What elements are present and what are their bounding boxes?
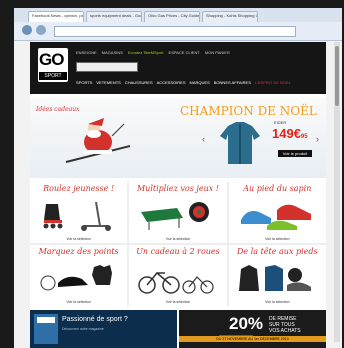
menu-marques[interactable]: MARQUES	[190, 80, 210, 85]
tile-multipliez-jeux[interactable]: Multipliez vos jeux ! Voir la sélection	[129, 182, 227, 243]
magazine-question: Passionné de sport ?	[62, 316, 128, 323]
browser-toolbar	[14, 22, 342, 41]
menu-accessoires[interactable]: ACCESSOIRES	[157, 80, 186, 85]
link-telemsport[interactable]: Ecoutez TeleMSport	[128, 50, 164, 55]
tile-link[interactable]: Voir la sélection	[30, 300, 127, 304]
tab-facebook[interactable]: Facebook News - opinion, pictures, ne...	[28, 11, 84, 22]
tile-link[interactable]: Voir la sélection	[229, 300, 326, 304]
top-links: ENSEIGNE MAGASINS Ecoutez TeleMSport ESP…	[76, 50, 230, 55]
vertical-scrollbar[interactable]	[334, 42, 340, 342]
rollerblade-scooter-icon	[43, 201, 111, 231]
tab-google-search[interactable]: sports equipment deals - Google Se...	[86, 11, 142, 22]
logo-subtext: SPORT	[39, 72, 67, 80]
santa-skier-image	[65, 118, 131, 163]
tab-gas-prices[interactable]: Ohio Gas Prices - City Guide Informa...	[144, 11, 200, 22]
link-enseigne[interactable]: ENSEIGNE	[76, 50, 97, 55]
tile-title: Un cadeau à 2 roues	[136, 247, 220, 256]
magazine-subtitle: Découvrez notre magazine	[62, 327, 104, 331]
category-grid: Roulez jeunesse ! Voir la sélection Mult…	[30, 182, 326, 306]
prev-arrow-icon[interactable]: ‹	[202, 134, 205, 144]
tab-shopping[interactable]: Shopping - Kohls Shopping Guid...	[202, 11, 258, 22]
next-arrow-icon[interactable]: ›	[316, 134, 319, 144]
web-page: GO SPORT ENSEIGNE MAGASINS Ecoutez TeleM…	[30, 42, 326, 348]
forward-button[interactable]	[36, 25, 46, 35]
tile-tete-aux-pieds[interactable]: De la tête aux pieds Voir la sélection	[228, 245, 326, 306]
menu-vetements[interactable]: VETEMENTS	[96, 80, 120, 85]
shoes-icon	[240, 204, 311, 230]
tile-title: Roulez jeunesse !	[43, 184, 115, 193]
bicycles-icon	[138, 271, 214, 294]
link-magasins[interactable]: MAGASINS	[102, 50, 123, 55]
tile-marquez-points[interactable]: Marquez des points Voir la sélection	[30, 245, 128, 306]
banner-ribbon: Idées cadeaux	[36, 106, 80, 113]
price-cents: 95	[300, 134, 308, 140]
hero-banner[interactable]: Idées cadeaux CHAMPION DE NOËL ‹ EIDER 1…	[30, 98, 326, 178]
jacket-image	[220, 122, 260, 164]
clothing-icon	[238, 265, 311, 291]
discount-text: DE REMISE SUR TOUS VOS ACHATS	[269, 316, 301, 334]
scroll-thumb[interactable]	[335, 46, 339, 106]
magazine-cover-icon	[34, 314, 58, 344]
football-boots-gloves-icon	[40, 265, 112, 291]
tile-link[interactable]: Voir la sélection	[129, 300, 226, 304]
view-product-button[interactable]: Voir le produit	[278, 150, 312, 157]
search-input[interactable]	[76, 62, 138, 72]
tile-roulez-jeunesse[interactable]: Roulez jeunesse ! Voir la sélection	[30, 182, 128, 243]
discount-percent: 20%	[229, 314, 264, 333]
banner-title: CHAMPION DE NOËL	[180, 104, 317, 118]
remise-line-3: VOS ACHATS	[269, 328, 301, 334]
tile-link[interactable]: Voir la sélection	[129, 237, 226, 241]
logo-text: GO	[39, 50, 64, 69]
address-bar[interactable]	[54, 26, 296, 37]
menu-chaussures[interactable]: CHAUSSURES	[125, 80, 153, 85]
menu-bonnes-affaires[interactable]: BONNES AFFAIRES	[214, 80, 251, 85]
back-button[interactable]	[22, 25, 32, 35]
browser-window: Facebook News - opinion, pictures, ne...…	[14, 8, 342, 348]
main-menu: SPORTS VETEMENTS CHAUSSURES ACCESSOIRES …	[76, 80, 291, 85]
tile-title: Au pied du sapin	[243, 184, 312, 193]
tile-link[interactable]: Voir la sélection	[30, 237, 127, 241]
brand-label: EIDER	[274, 120, 287, 125]
discount-dates: DU 27 NOVEMBRE AU 1er DÉCEMBRE 2013	[179, 336, 326, 342]
menu-esprit-noel[interactable]: L'ESPRIT DE NOEL	[255, 80, 291, 85]
link-mon-panier[interactable]: MON PANIER	[205, 50, 230, 55]
discount-banner[interactable]: 20% DE REMISESUR TOUSVOS ACHATS PROLONGA…	[179, 310, 326, 348]
tab-bar: Facebook News - opinion, pictures, ne...…	[14, 8, 342, 22]
footer-banners: Passionné de sport ? Découvrez notre mag…	[30, 310, 326, 348]
price-label: 149€95	[272, 126, 308, 141]
game-table-dartboard-icon	[141, 202, 210, 230]
tile-title: De la tête aux pieds	[237, 247, 318, 256]
go-sport-logo[interactable]: GO SPORT	[38, 48, 68, 82]
tile-pied-sapin[interactable]: Au pied du sapin Voir la sélection	[228, 182, 326, 243]
site-header: GO SPORT ENSEIGNE MAGASINS Ecoutez TeleM…	[30, 42, 326, 94]
tile-title: Multipliez vos jeux !	[136, 184, 219, 193]
price-main: 149€	[272, 126, 301, 141]
tile-title: Marquez des points	[38, 247, 119, 256]
menu-sports[interactable]: SPORTS	[76, 80, 92, 85]
tile-link[interactable]: Voir la sélection	[229, 237, 326, 241]
link-espace-client[interactable]: ESPACE CLIENT	[169, 50, 200, 55]
magazine-banner[interactable]: Passionné de sport ? Découvrez notre mag…	[30, 310, 177, 348]
monitor-frame: Facebook News - opinion, pictures, ne...…	[0, 0, 344, 348]
tile-cadeau-2-roues[interactable]: Un cadeau à 2 roues Voir la sélection	[129, 245, 227, 306]
